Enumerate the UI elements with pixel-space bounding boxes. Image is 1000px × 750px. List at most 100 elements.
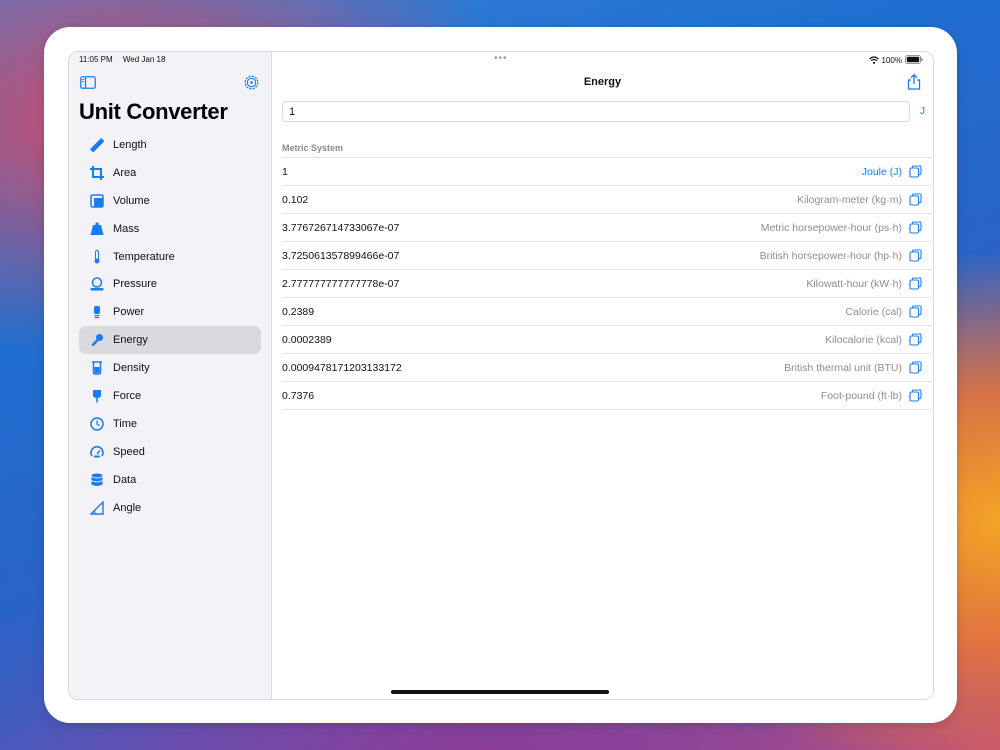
copy-icon[interactable]: [909, 305, 922, 318]
conversion-unit: Kilowatt-hour (kW·h): [806, 277, 902, 290]
sidebar-item-energy[interactable]: Energy: [79, 326, 261, 355]
copy-icon[interactable]: [909, 221, 922, 234]
home-indicator[interactable]: [391, 690, 609, 694]
unit-category-list: Length Area Volume Mass Temperature Pres…: [79, 131, 261, 521]
sidebar-item-label: Angle: [113, 501, 142, 514]
sidebar-item-time[interactable]: Time: [79, 410, 261, 438]
page-title: Energy: [583, 76, 622, 88]
sidebar-item-force[interactable]: Force: [79, 382, 261, 410]
pin-icon: [89, 388, 105, 404]
screen: 11:05 PM Wed Jan 18 Unit Converter Lengt…: [68, 51, 934, 700]
sidebar-item-label: Mass: [113, 222, 140, 235]
sidebar-item-label: Data: [113, 473, 137, 486]
conversion-unit: Kilocalorie (kcal): [824, 333, 902, 346]
sidebar-item-power[interactable]: Power: [79, 298, 261, 326]
clock-icon: [89, 416, 105, 432]
ipad-frame: 11:05 PM Wed Jan 18 Unit Converter Lengt…: [44, 27, 957, 723]
conversion-unit: Joule (J): [861, 165, 902, 178]
lightbulb-icon: [89, 304, 105, 320]
sidebar-item-label: Time: [113, 417, 138, 430]
copy-icon[interactable]: [909, 193, 922, 206]
copy-icon[interactable]: [909, 389, 922, 402]
battery-percent: 100%: [881, 56, 902, 65]
copy-icon[interactable]: [909, 361, 922, 374]
conversion-value: 1: [282, 165, 288, 178]
sidebar-item-speed[interactable]: Speed: [79, 438, 261, 466]
sidebar-item-label: Power: [113, 306, 145, 319]
cube-icon: [89, 193, 105, 209]
conversion-value: 0.2389: [282, 305, 315, 318]
sidebar-item-label: Temperature: [113, 250, 175, 263]
sidebar-item-label: Volume: [113, 194, 150, 207]
conversion-unit: Metric horsepower-hour (ps·h): [760, 221, 902, 234]
conversion-unit: Kilogram-meter (kg·m): [796, 193, 902, 206]
main-panel: ••• 100% Energy J Metric System 1 Joule …: [272, 52, 933, 699]
gauge-icon: [89, 276, 105, 292]
beaker-icon: [89, 360, 105, 376]
sidebar-item-label: Density: [113, 362, 150, 375]
battery-icon: [905, 55, 923, 66]
conversion-row-kilowatt-hour[interactable]: 2.777777777777778e-07 Kilowatt-hour (kW·…: [282, 270, 932, 298]
share-icon[interactable]: [907, 73, 921, 95]
sidebar-item-label: Force: [113, 389, 142, 402]
value-input[interactable]: [282, 101, 910, 122]
sidebar-item-pressure[interactable]: Pressure: [79, 270, 261, 298]
settings-gear-icon[interactable]: [244, 75, 259, 95]
conversion-value: 3.776726714733067e-07: [282, 221, 400, 234]
ruler-icon: [89, 137, 105, 153]
conversion-unit: Foot-pound (ft·lb): [820, 389, 902, 402]
sidebar-item-label: Length: [113, 138, 147, 151]
multitasking-dots[interactable]: •••: [494, 53, 508, 64]
conversion-row-kilocalorie[interactable]: 0.0002389 Kilocalorie (kcal): [282, 326, 932, 354]
conversion-unit: Calorie (cal): [845, 305, 902, 318]
database-icon: [89, 472, 105, 488]
sidebar-item-mass[interactable]: Mass: [79, 215, 261, 243]
conversion-row-kilogram-meter[interactable]: 0.102 Kilogram-meter (kg·m): [282, 186, 932, 214]
conversion-row-calorie[interactable]: 0.2389 Calorie (cal): [282, 298, 932, 326]
section-header: Metric System: [282, 143, 344, 153]
sidebar-item-volume[interactable]: Volume: [79, 187, 261, 215]
copy-icon[interactable]: [909, 249, 922, 262]
angle-icon: [89, 500, 105, 516]
status-date: Wed Jan 18: [122, 55, 166, 64]
sidebar: 11:05 PM Wed Jan 18 Unit Converter Lengt…: [69, 52, 272, 699]
sidebar-item-length[interactable]: Length: [79, 131, 261, 159]
status-time: 11:05 PM: [79, 55, 113, 64]
sidebar-item-data[interactable]: Data: [79, 466, 261, 494]
conversion-unit: British horsepower-hour (hp·h): [759, 249, 902, 262]
conversion-value: 0.7376: [282, 389, 315, 402]
status-bar-left: 11:05 PM Wed Jan 18: [79, 55, 173, 64]
sidebar-item-density[interactable]: Density: [79, 354, 261, 382]
copy-icon[interactable]: [909, 333, 922, 346]
conversion-value: 0.102: [282, 193, 309, 206]
sidebar-item-label: Pressure: [113, 278, 158, 291]
conversion-value: 0.0002389: [282, 333, 332, 346]
unit-symbol-button[interactable]: J: [920, 106, 925, 117]
sidebar-item-area[interactable]: Area: [79, 159, 261, 187]
conversion-list: 1 Joule (J) 0.102 Kilogram-meter (kg·m) …: [282, 157, 932, 410]
conversion-value: 0.0009478171203133172: [282, 361, 402, 374]
sidebar-item-label: Speed: [113, 445, 145, 458]
conversion-unit: British thermal unit (BTU): [784, 361, 902, 374]
sidebar-item-temperature[interactable]: Temperature: [79, 243, 261, 271]
status-bar-right: 100%: [868, 55, 923, 66]
sidebar-item-angle[interactable]: Angle: [79, 494, 261, 522]
conversion-value: 3.725061357899466e-07: [282, 249, 400, 262]
conversion-row-metric-horsepower-hour[interactable]: 3.776726714733067e-07 Metric horsepower-…: [282, 214, 932, 242]
copy-icon[interactable]: [909, 277, 922, 290]
sidebar-item-label: Area: [113, 166, 137, 179]
wrench-icon: [89, 332, 105, 348]
conversion-value: 2.777777777777778e-07: [282, 277, 400, 290]
sidebar-toggle-icon[interactable]: [80, 76, 96, 94]
crop-icon: [89, 165, 105, 181]
copy-icon[interactable]: [909, 165, 922, 178]
wifi-icon: [868, 55, 879, 66]
sidebar-item-label: Energy: [113, 334, 148, 347]
thermometer-icon: [89, 249, 105, 265]
conversion-row-joule[interactable]: 1 Joule (J): [282, 158, 932, 186]
conversion-row-british-horsepower-hour[interactable]: 3.725061357899466e-07 British horsepower…: [282, 242, 932, 270]
app-title: Unit Converter: [79, 99, 228, 124]
speedometer-icon: [89, 444, 105, 460]
conversion-row-foot-pound[interactable]: 0.7376 Foot-pound (ft·lb): [282, 382, 932, 410]
conversion-row-btu[interactable]: 0.0009478171203133172 British thermal un…: [282, 354, 932, 382]
